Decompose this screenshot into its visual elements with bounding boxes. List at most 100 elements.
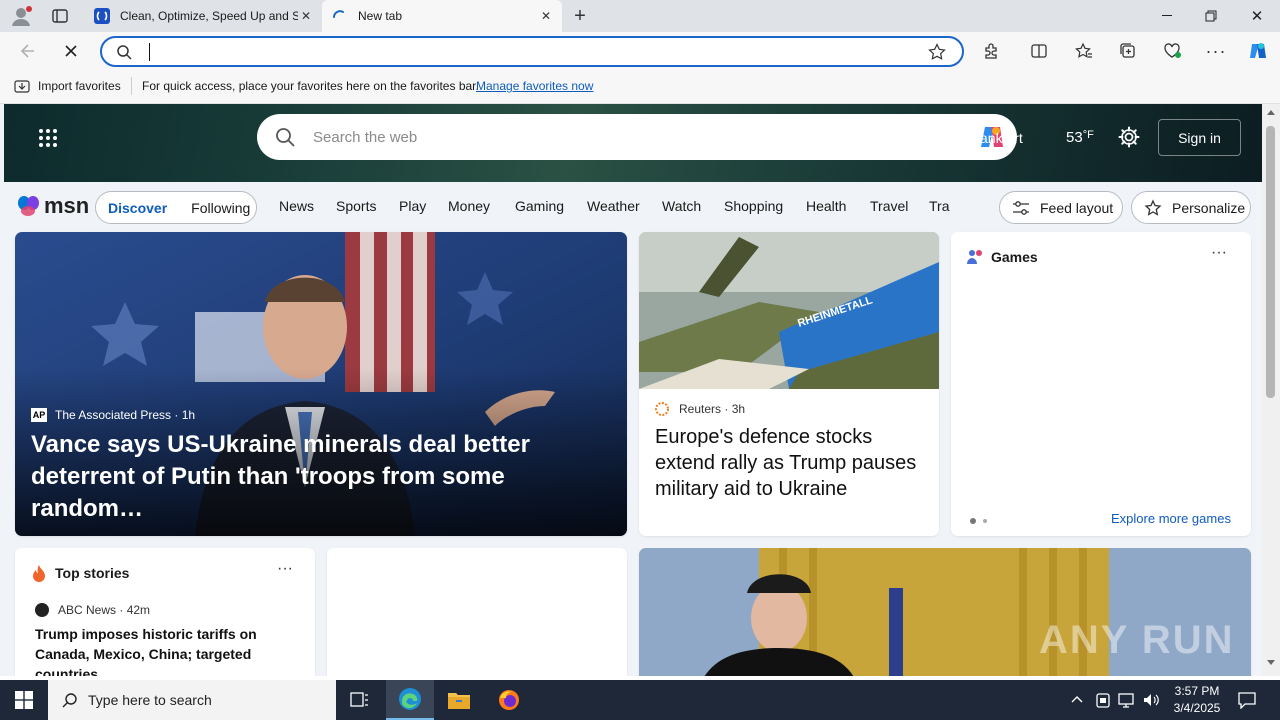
settings-gear-icon[interactable] <box>1118 126 1140 148</box>
web-search-box[interactable]: Search the web <box>257 114 1017 160</box>
nav-travel[interactable]: Travel <box>870 198 908 214</box>
msn-logo-text: msn <box>44 193 90 218</box>
nav-health[interactable]: Health <box>806 198 846 214</box>
nav-weather[interactable]: Weather <box>587 198 640 214</box>
settings-more-icon[interactable]: ··· <box>1202 37 1230 65</box>
tab-title: New tab <box>358 9 403 23</box>
taskbar-search-input[interactable]: Type here to search <box>88 692 212 708</box>
top-story-headline[interactable]: Trump imposes historic tariffs on Canada… <box>35 624 303 676</box>
story-source: The Associated Press · 1h <box>55 408 196 422</box>
more-options-icon[interactable]: ··· <box>277 560 293 578</box>
story-headline[interactable]: Europe's defence stocks extend rally as … <box>655 424 925 502</box>
copilot-icon[interactable] <box>1244 37 1272 65</box>
story-source: Reuters · 3h <box>679 402 746 416</box>
personalize-button[interactable]: Personalize <box>1131 191 1251 224</box>
start-windows-icon[interactable] <box>0 680 48 720</box>
favorites-icon[interactable] <box>1070 37 1098 65</box>
story-card-image[interactable]: ANY RUN <box>639 548 1251 676</box>
web-search-input[interactable]: Search the web <box>313 129 417 146</box>
tab-clean-optimize[interactable]: Clean, Optimize, Speed Up and Se ✕ <box>84 0 322 32</box>
tab-following[interactable]: Following <box>191 200 250 216</box>
collections-icon[interactable] <box>1114 37 1142 65</box>
story-image-tanks: RHEINMETALL <box>639 232 939 389</box>
more-options-icon[interactable]: ··· <box>1211 244 1227 262</box>
nav-shopping[interactable]: Shopping <box>724 198 783 214</box>
favorite-star-icon[interactable] <box>928 43 946 61</box>
page-scrollbar[interactable] <box>1262 104 1280 676</box>
close-tab-icon[interactable]: ✕ <box>538 8 554 24</box>
abc-news-logo-icon <box>35 603 49 617</box>
taskbar-search-box[interactable]: Type here to search <box>48 680 336 720</box>
weather-location[interactable]: ankfurt <box>980 130 1023 146</box>
msn-logo[interactable]: msn <box>16 193 89 219</box>
hero-story-card[interactable]: AP The Associated Press · 1h Vance says … <box>15 232 627 536</box>
games-title[interactable]: Games <box>991 249 1038 265</box>
nav-play[interactable]: Play <box>399 198 426 214</box>
tab-actions-icon[interactable] <box>51 7 71 25</box>
sign-in-button[interactable]: Sign in <box>1158 119 1241 156</box>
extensions-icon[interactable] <box>977 37 1005 65</box>
sliders-icon <box>1012 200 1030 216</box>
story-age: 1h <box>181 408 196 422</box>
firefox-icon[interactable] <box>485 680 533 720</box>
close-tab-icon[interactable]: ✕ <box>298 8 314 24</box>
tab-new-tab[interactable]: New tab ✕ <box>322 0 562 32</box>
show-hidden-icons-chevron-icon[interactable] <box>1070 692 1084 706</box>
profile-avatar[interactable] <box>10 5 34 27</box>
top-stories-title[interactable]: Top stories <box>55 565 129 581</box>
weather-temperature[interactable]: 53°F <box>1066 129 1094 146</box>
nav-traffic[interactable]: Tra <box>929 198 950 214</box>
msn-new-tab-page: Search the web ankfurt 53°F Sign in msn … <box>0 104 1262 676</box>
feed-layout-button[interactable]: Feed layout <box>999 191 1123 224</box>
task-view-icon[interactable] <box>336 680 384 720</box>
clock-date[interactable]: 3/4/2025 <box>1166 701 1228 715</box>
file-explorer-icon[interactable] <box>435 680 483 720</box>
source-name: Reuters <box>679 402 722 416</box>
nav-gaming[interactable]: Gaming <box>515 198 564 214</box>
app-launcher-icon[interactable] <box>38 128 58 148</box>
security-tray-icon[interactable] <box>1095 691 1111 709</box>
stop-loading-icon[interactable] <box>57 37 85 65</box>
nav-money[interactable]: Money <box>448 198 490 214</box>
nav-sports[interactable]: Sports <box>336 198 376 214</box>
scroll-up-arrow-icon[interactable] <box>1267 110 1275 115</box>
tab-discover[interactable]: Discover <box>108 200 167 216</box>
import-favorites-icon <box>14 79 30 94</box>
placeholder-card <box>327 548 627 676</box>
story-age: 42m <box>126 603 151 617</box>
carousel-dot-active[interactable] <box>970 518 976 524</box>
feed-layout-label: Feed layout <box>1040 199 1114 216</box>
search-icon <box>116 44 132 60</box>
edge-taskbar-icon[interactable] <box>386 680 434 720</box>
feed-tab-group: Discover Following <box>95 191 257 224</box>
msn-navigation: msn Discover Following News Sports Play … <box>0 182 1262 232</box>
minimize-window-icon[interactable] <box>1144 0 1190 32</box>
ap-logo-icon: AP <box>31 408 47 422</box>
restore-window-icon[interactable] <box>1188 0 1234 32</box>
watermark-text: ANY RUN <box>1039 618 1235 662</box>
site-favicon-icon <box>94 8 110 24</box>
hero-headline[interactable]: Vance says US-Ukraine minerals deal bett… <box>31 429 611 525</box>
manage-favorites-link[interactable]: Manage favorites now <box>476 79 593 93</box>
import-favorites-button[interactable]: Import favorites <box>38 79 121 93</box>
split-screen-icon[interactable] <box>1025 37 1053 65</box>
volume-icon[interactable] <box>1142 691 1160 709</box>
notifications-icon[interactable] <box>1238 691 1256 709</box>
story-card-reuters[interactable]: RHEINMETALL Reuters · 3h Europe's defenc… <box>639 232 939 536</box>
back-arrow-icon[interactable] <box>14 37 42 65</box>
games-card: Games ··· Explore more games <box>951 232 1251 536</box>
close-window-icon[interactable]: ✕ <box>1234 0 1280 32</box>
scrollbar-thumb[interactable] <box>1266 126 1275 398</box>
carousel-dot[interactable] <box>983 519 987 523</box>
story-source: ABC News · 42m <box>58 603 151 617</box>
nav-news[interactable]: News <box>279 198 314 214</box>
address-bar[interactable] <box>100 36 964 67</box>
explore-games-link[interactable]: Explore more games <box>1111 511 1231 526</box>
search-icon <box>62 692 78 708</box>
clock-time[interactable]: 3:57 PM <box>1172 684 1222 698</box>
new-tab-plus-icon[interactable]: + <box>568 5 592 27</box>
scroll-down-arrow-icon[interactable] <box>1267 660 1275 665</box>
browser-essentials-icon[interactable] <box>1158 37 1186 65</box>
network-icon[interactable] <box>1118 691 1136 709</box>
nav-watch[interactable]: Watch <box>662 198 701 214</box>
